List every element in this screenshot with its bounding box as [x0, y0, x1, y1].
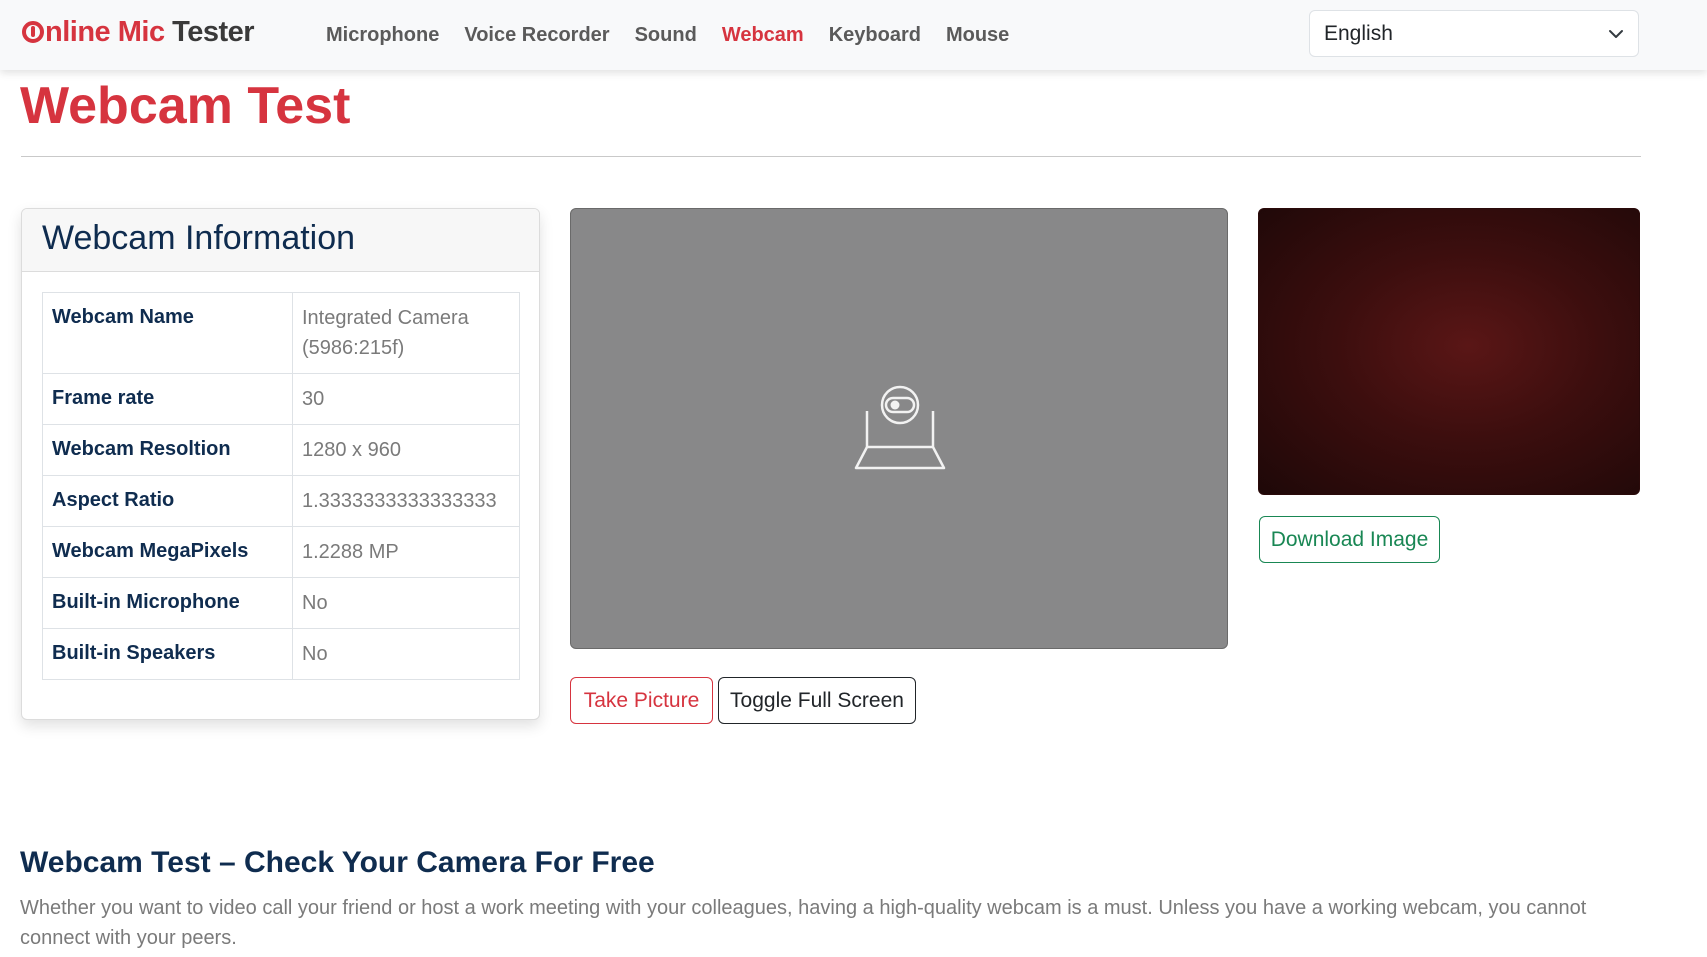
- nav-item-webcam[interactable]: Webcam: [722, 24, 804, 47]
- captured-image-preview: [1258, 208, 1640, 495]
- chevron-down-icon: [1609, 29, 1623, 38]
- top-navbar: nline Mic Tester Microphone Voice Record…: [0, 0, 1707, 70]
- webcam-info-table: Webcam Name Integrated Camera (5986:215f…: [42, 292, 520, 680]
- divider: [21, 156, 1641, 157]
- row-value: Integrated Camera (5986:215f): [292, 292, 520, 374]
- webcam-video[interactable]: [570, 208, 1228, 649]
- table-row: Webcam MegaPixels 1.2288 MP: [42, 526, 520, 578]
- table-row: Built-in Speakers No: [42, 628, 520, 680]
- toggle-full-screen-button[interactable]: Toggle Full Screen: [718, 677, 916, 724]
- site-logo[interactable]: nline Mic Tester: [22, 16, 255, 49]
- main-nav: Microphone Voice Recorder Sound Webcam K…: [326, 0, 1034, 70]
- row-label: Frame rate: [42, 373, 293, 425]
- row-label: Webcam MegaPixels: [42, 526, 293, 578]
- row-label: Aspect Ratio: [42, 475, 293, 527]
- nav-item-microphone[interactable]: Microphone: [326, 24, 439, 47]
- row-value: 1.2288 MP: [292, 526, 520, 578]
- page-title: Webcam Test: [20, 77, 351, 135]
- table-row: Webcam Name Integrated Camera (5986:215f…: [42, 292, 520, 374]
- table-row: Frame rate 30: [42, 373, 520, 425]
- article-heading: Webcam Test – Check Your Camera For Free: [20, 846, 655, 879]
- mic-logo-icon: [22, 21, 44, 43]
- card-header: Webcam Information: [22, 209, 539, 272]
- nav-item-mouse[interactable]: Mouse: [946, 24, 1009, 47]
- language-value: English: [1324, 21, 1393, 45]
- language-select[interactable]: English: [1309, 10, 1639, 57]
- table-row: Aspect Ratio 1.3333333333333333: [42, 475, 520, 527]
- nav-item-sound[interactable]: Sound: [635, 24, 697, 47]
- nav-item-keyboard[interactable]: Keyboard: [829, 24, 921, 47]
- row-value: 1280 x 960: [292, 424, 520, 476]
- download-image-button[interactable]: Download Image: [1259, 516, 1440, 563]
- row-label: Built-in Microphone: [42, 577, 293, 629]
- row-label: Webcam Name: [42, 292, 293, 374]
- row-label: Webcam Resoltion: [42, 424, 293, 476]
- row-value: 1.3333333333333333: [292, 475, 520, 527]
- webcam-info-card: Webcam Information Webcam Name Integrate…: [21, 208, 540, 720]
- webcam-icon: [854, 385, 946, 470]
- table-row: Built-in Microphone No: [42, 577, 520, 629]
- row-value: No: [292, 628, 520, 680]
- row-value: 30: [292, 373, 520, 425]
- take-picture-button[interactable]: Take Picture: [570, 677, 713, 724]
- article-paragraph: Whether you want to video call your frie…: [20, 897, 1587, 949]
- nav-item-voice-recorder[interactable]: Voice Recorder: [464, 24, 609, 47]
- card-title: Webcam Information: [42, 219, 356, 257]
- table-row: Webcam Resoltion 1280 x 960: [42, 424, 520, 476]
- row-value: No: [292, 577, 520, 629]
- row-label: Built-in Speakers: [42, 628, 293, 680]
